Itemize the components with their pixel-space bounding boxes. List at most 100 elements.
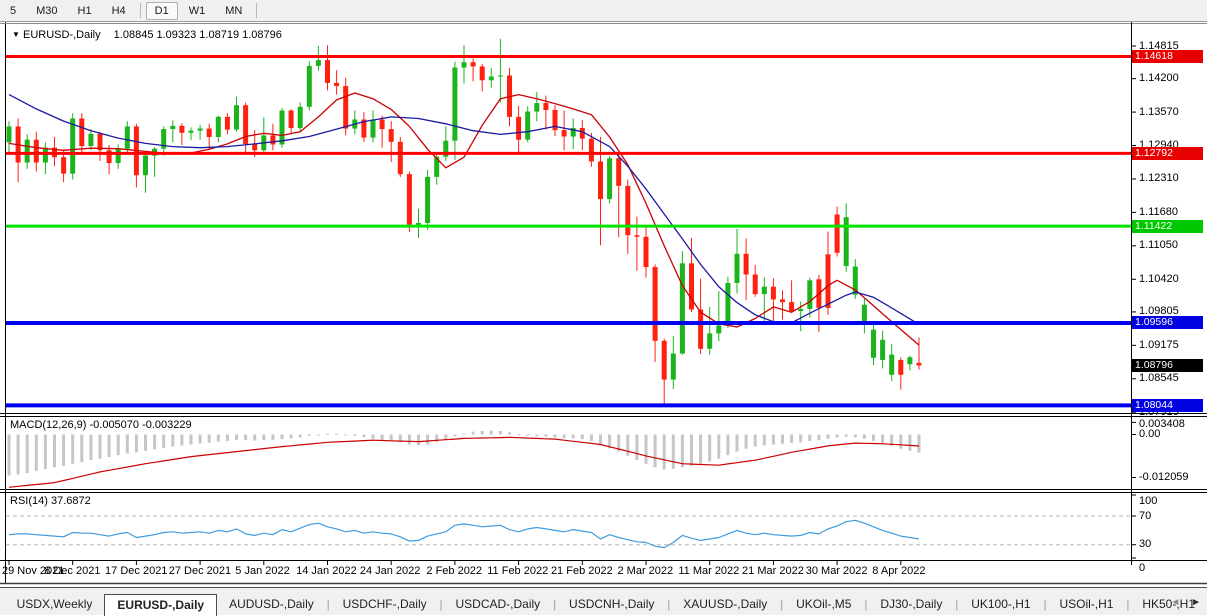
macd-name: MACD(12,26,9) (10, 419, 86, 431)
tabbar-scroll-arrows: ◄ ► (1170, 597, 1201, 608)
tab-scroll-right-icon[interactable]: ► (1191, 597, 1201, 608)
macd-histogram-bar (299, 435, 302, 438)
candle-body (662, 341, 667, 380)
candle-body (207, 129, 212, 137)
macd-histogram-bar (362, 435, 365, 438)
symbol-tab-usdcad-daily[interactable]: USDCAD-,Daily (444, 594, 553, 615)
candle-body (7, 126, 12, 142)
macd-histogram-bar (554, 435, 557, 438)
chart-dropdown-icon[interactable]: ▼ (12, 30, 20, 39)
symbol-tab-xauusd-daily[interactable]: XAUUSD-,Daily (671, 594, 779, 615)
price-axis-label: 1.12310 (1139, 172, 1179, 184)
date-axis-label: 8 Dec 2021 (44, 565, 100, 577)
candle-body (380, 120, 385, 130)
price-axis-label: 1.10420 (1139, 273, 1179, 285)
candle-body (307, 66, 312, 107)
candle-body (525, 112, 530, 140)
timeframe-button-d1[interactable]: D1 (146, 2, 178, 20)
candle-body (880, 340, 885, 360)
timeframe-button-h1[interactable]: H1 (69, 2, 101, 20)
rsi-indicator-label: RSI(14) 37.6872 (10, 495, 91, 507)
symbol-tab-dj30-daily[interactable]: DJ30-,Daily (868, 594, 954, 615)
macd-histogram-bar (581, 435, 584, 440)
date-axis-label: 27 Dec 2021 (169, 565, 231, 577)
candle-body (43, 148, 48, 163)
macd-histogram-bar (845, 435, 848, 437)
macd-histogram-bar (344, 435, 347, 436)
symbol-tab-eurusd-daily[interactable]: EURUSD-,Daily (104, 594, 217, 616)
date-axis-label: 21 Feb 2022 (551, 565, 613, 577)
candle-body (771, 287, 776, 300)
price-axis-label: 1.11680 (1139, 206, 1178, 218)
symbol-tab-usoil-h1[interactable]: USOil-,H1 (1047, 594, 1125, 615)
candle-body (516, 117, 521, 140)
macd-histogram-bar (754, 435, 757, 447)
candle-body (179, 126, 184, 133)
macd-histogram-bar (444, 435, 447, 440)
tab-scroll-left-icon[interactable]: ◄ (1170, 597, 1180, 608)
macd-histogram-bar (836, 435, 839, 438)
candle-body (216, 117, 221, 137)
candle-body (753, 274, 758, 294)
macd-histogram-bar (108, 435, 111, 457)
timeframe-button-m30[interactable]: M30 (27, 2, 66, 20)
macd-histogram-bar (326, 434, 329, 435)
candle-body (543, 103, 548, 110)
symbol-tab-ukoil-m5[interactable]: UKOil-,M5 (784, 594, 863, 615)
macd-histogram-bar (71, 435, 74, 464)
timeframe-button-w1[interactable]: W1 (180, 2, 215, 20)
symbol-tab-usdchf-daily[interactable]: USDCHF-,Daily (331, 594, 439, 615)
candle-body (270, 135, 275, 144)
macd-histogram-bar (317, 435, 320, 436)
symbol-tab-usdcnh-daily[interactable]: USDCNH-,Daily (557, 594, 666, 615)
candle-body (707, 333, 712, 348)
macd-histogram-bar (290, 435, 293, 439)
candle-body (325, 60, 330, 83)
candle-body (61, 157, 66, 173)
rsi-value: 37.6872 (51, 495, 91, 507)
rsi-name: RSI(14) (10, 495, 48, 507)
macd-histogram-bar (80, 435, 83, 462)
macd-histogram-bar (590, 435, 593, 441)
chart-window[interactable]: ▼ EURUSD-,Daily 1.08845 1.09323 1.08719 … (0, 22, 1207, 585)
macd-histogram-bar (89, 435, 92, 461)
date-axis-label: 5 Jan 2022 (235, 565, 289, 577)
price-level-badge: 1.08044 (1132, 399, 1203, 412)
candle-body (416, 223, 421, 225)
candle-body (125, 126, 130, 148)
symbol-tab-uk100-h1[interactable]: UK100-,H1 (959, 594, 1042, 615)
candle-body (644, 237, 649, 267)
price-axis-label: 1.11050 (1139, 239, 1178, 251)
candle-body (480, 66, 485, 80)
macd-histogram-bar (790, 435, 793, 444)
macd-histogram-bar (726, 435, 729, 456)
macd-histogram-bar (226, 435, 229, 441)
symbol-tab-audusd-daily[interactable]: AUDUSD-,Daily (217, 594, 326, 615)
macd-histogram-bar (490, 431, 493, 435)
candle-body (298, 107, 303, 128)
macd-histogram-bar (827, 435, 830, 439)
macd-histogram-bar (453, 435, 456, 437)
macd-histogram-bar (435, 435, 438, 443)
candle-body (698, 310, 703, 349)
candle-body (143, 156, 148, 176)
macd-histogram-bar (526, 435, 529, 436)
candle-body (389, 129, 394, 142)
candle-body (762, 287, 767, 294)
current-price-badge: 1.08796 (1132, 359, 1203, 372)
macd-histogram-bar (745, 435, 748, 449)
candle-body (826, 254, 831, 308)
timeframe-button-5[interactable]: 5 (1, 2, 25, 20)
timeframe-button-h4[interactable]: H4 (103, 2, 135, 20)
candle-body (907, 357, 912, 364)
macd-histogram-bar (808, 435, 811, 441)
rsi-axis-label: 0 (1139, 562, 1145, 574)
candle-body (79, 118, 84, 146)
macd-histogram-bar (135, 435, 138, 453)
timeframe-button-mn[interactable]: MN (216, 2, 251, 20)
macd-histogram-bar (381, 435, 384, 440)
candle-body (452, 68, 457, 141)
macd-histogram-bar (481, 431, 484, 435)
symbol-tab-usdx-weekly[interactable]: USDX,Weekly (5, 594, 105, 615)
macd-histogram-bar (335, 434, 338, 435)
